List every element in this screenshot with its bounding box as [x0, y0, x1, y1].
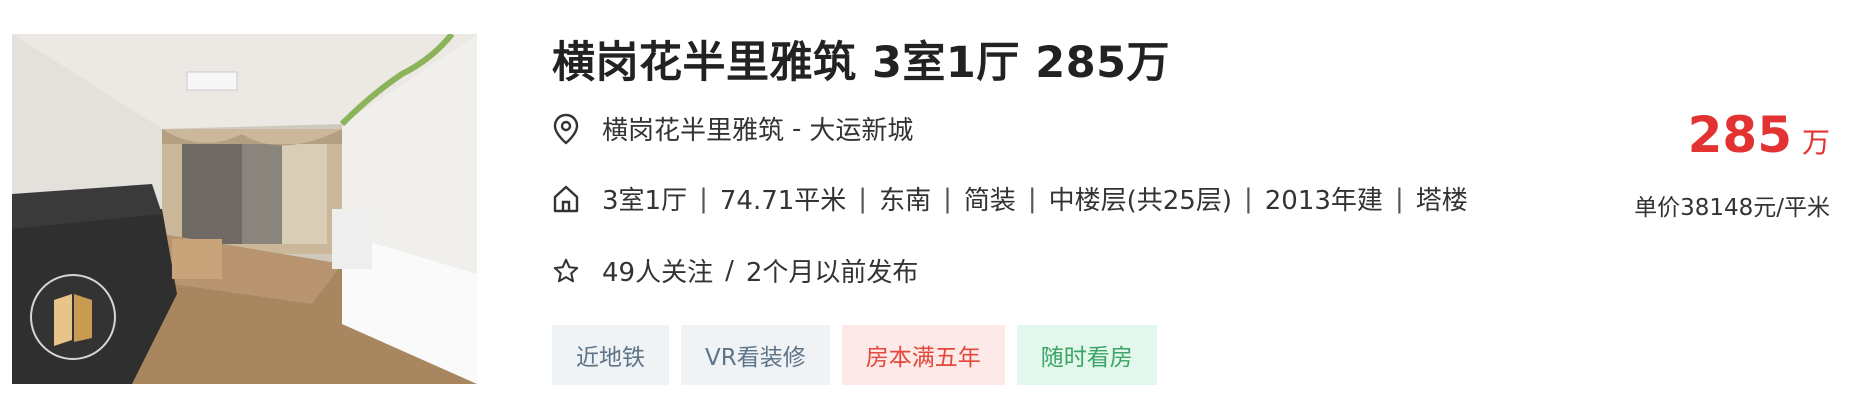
district-link[interactable]: 大运新城	[809, 110, 913, 147]
total-price-unit: 万	[1801, 126, 1830, 159]
followers-count: 49人关注	[602, 258, 714, 288]
community-link[interactable]: 横岗花半里雅筑	[602, 110, 784, 147]
info-separator: |	[1394, 183, 1404, 214]
total-price-value: 285	[1687, 106, 1792, 164]
listing-card: 横岗花半里雅筑 3室1厅 285万 横岗花半里雅筑 - 大运新城 3室1厅 | …	[0, 0, 1852, 410]
info-layout: 3室1厅	[602, 186, 688, 216]
house-info-row: 3室1厅 | 74.71平米 | 东南 | 简装 | 中楼层(共25层) | 2…	[552, 180, 1468, 217]
tag-list: 近地铁 VR看装修 房本满五年 随时看房	[552, 325, 1157, 385]
follow-row: 49人关注 / 2个月以前发布	[552, 252, 918, 289]
info-floor: 中楼层(共25层)	[1048, 186, 1232, 216]
tag-visit-anytime: 随时看房	[1016, 325, 1157, 385]
house-icon	[552, 183, 580, 215]
info-area: 74.71平米	[719, 186, 847, 216]
tag-five-years: 房本满五年	[841, 325, 1005, 385]
published-time: 2个月以前发布	[745, 258, 919, 288]
total-price: 285 万	[1634, 110, 1830, 160]
unit-price: 单价38148元/平米	[1634, 195, 1830, 221]
follow-separator: /	[725, 255, 734, 286]
info-separator: |	[699, 183, 708, 214]
tag-near-subway: 近地铁	[552, 325, 669, 385]
info-orientation: 东南	[879, 186, 932, 216]
location-pin-icon	[552, 113, 580, 145]
info-separator: |	[1244, 183, 1253, 214]
listing-photo[interactable]	[12, 34, 477, 384]
location-separator: -	[792, 113, 802, 144]
listing-title[interactable]: 横岗花半里雅筑 3室1厅 285万	[552, 28, 1170, 90]
info-year: 2013年建	[1264, 186, 1383, 216]
info-separator: |	[1027, 183, 1037, 214]
info-separator: |	[943, 183, 952, 214]
location-row: 横岗花半里雅筑 - 大运新城	[552, 110, 913, 147]
info-decoration: 简装	[963, 186, 1016, 216]
vr-badge[interactable]	[30, 274, 116, 360]
tag-vr-decoration: VR看装修	[681, 325, 830, 385]
price-block: 285 万 单价38148元/平米	[1634, 110, 1830, 222]
vr-icon	[54, 294, 92, 346]
star-icon[interactable]	[552, 255, 580, 287]
info-building-type: 塔楼	[1415, 186, 1468, 216]
info-separator: |	[858, 183, 868, 214]
